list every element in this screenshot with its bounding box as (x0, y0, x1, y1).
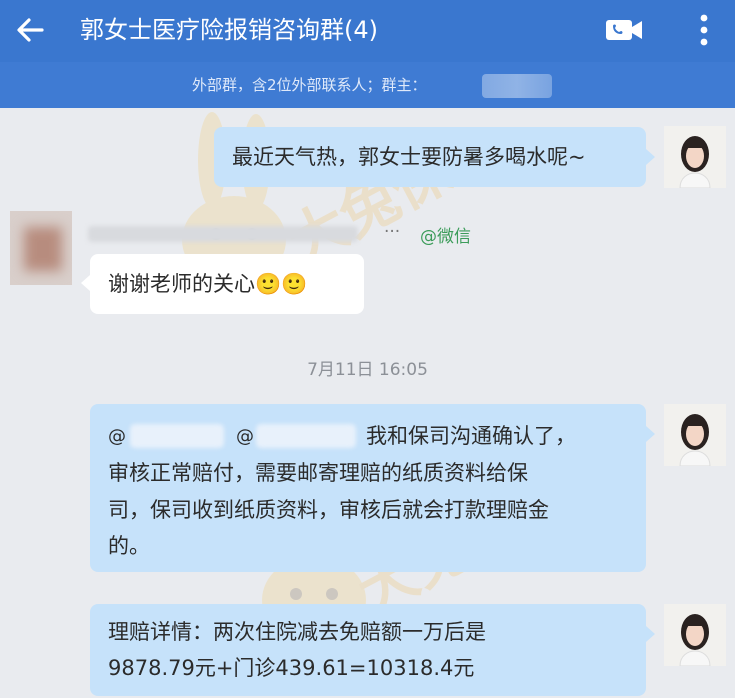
message-bubble-customer[interactable]: 谢谢老师的关心🙂🙂 (90, 254, 364, 314)
mention-name-redacted (130, 424, 224, 448)
group-info-bar[interactable]: 外部群，含2位外部联系人；群主： (0, 62, 735, 108)
video-call-icon (606, 20, 642, 40)
message-text: 最近天气热，郭女士要防暑多喝水呢~ (232, 145, 586, 169)
agent-avatar-image (664, 604, 726, 666)
chat-header: 郭女士医疗险报销咨询群(4) (0, 0, 735, 62)
bubble-tail (646, 149, 655, 165)
customer-avatar[interactable] (10, 211, 72, 285)
more-options-button[interactable] (690, 10, 718, 50)
message-text: 我和保司沟通确认了， (366, 424, 576, 448)
mention-tag[interactable]: @ (108, 418, 126, 455)
message-bubble-agent[interactable]: 理赔详情：两次住院减去免赔额一万后是 9878.79元+门诊439.61=103… (90, 604, 646, 696)
video-call-button[interactable] (602, 14, 646, 46)
wechat-source-tag: @微信 (420, 227, 471, 247)
bubble-tail (646, 626, 655, 642)
message-text: 理赔详情：两次住院减去免赔额一万后是 (108, 620, 486, 644)
message-text: 9878.79元+门诊439.61=10318.4元 (108, 656, 475, 680)
group-info-text: 外部群，含2位外部联系人；群主： (192, 76, 427, 94)
owner-name-redacted (482, 74, 552, 98)
agent-avatar[interactable] (664, 404, 726, 466)
message-text: 审核正常赔付，需要邮寄理赔的纸质资料给保 (108, 461, 528, 485)
message-text: 谢谢老师的关心🙂🙂 (108, 272, 308, 296)
message-text: 的。 (108, 534, 150, 558)
chat-title: 郭女士医疗险报销咨询群(4) (80, 16, 378, 44)
sender-name-redacted (88, 226, 358, 242)
message-bubble-agent[interactable]: 最近天气热，郭女士要防暑多喝水呢~ (214, 127, 646, 187)
arrow-left-icon (17, 18, 44, 42)
more-vertical-icon (700, 14, 708, 46)
back-button[interactable] (10, 10, 50, 50)
message-bubble-agent[interactable]: @ @ 我和保司沟通确认了， 审核正常赔付，需要邮寄理赔的纸质资料给保 司，保司… (90, 404, 646, 572)
bubble-tail (81, 275, 90, 291)
agent-avatar-image (664, 404, 726, 466)
timestamp-divider: 7月11日 16:05 (307, 360, 428, 380)
agent-avatar[interactable] (664, 604, 726, 666)
sender-ellipsis: ··· (384, 222, 401, 242)
mention-name-redacted (256, 424, 356, 448)
agent-avatar-image (664, 126, 726, 188)
agent-avatar[interactable] (664, 126, 726, 188)
mention-tag[interactable]: @ (236, 418, 254, 455)
bubble-tail (646, 426, 655, 442)
message-text: 司，保司收到纸质资料，审核后就会打款理赔金 (108, 498, 549, 522)
